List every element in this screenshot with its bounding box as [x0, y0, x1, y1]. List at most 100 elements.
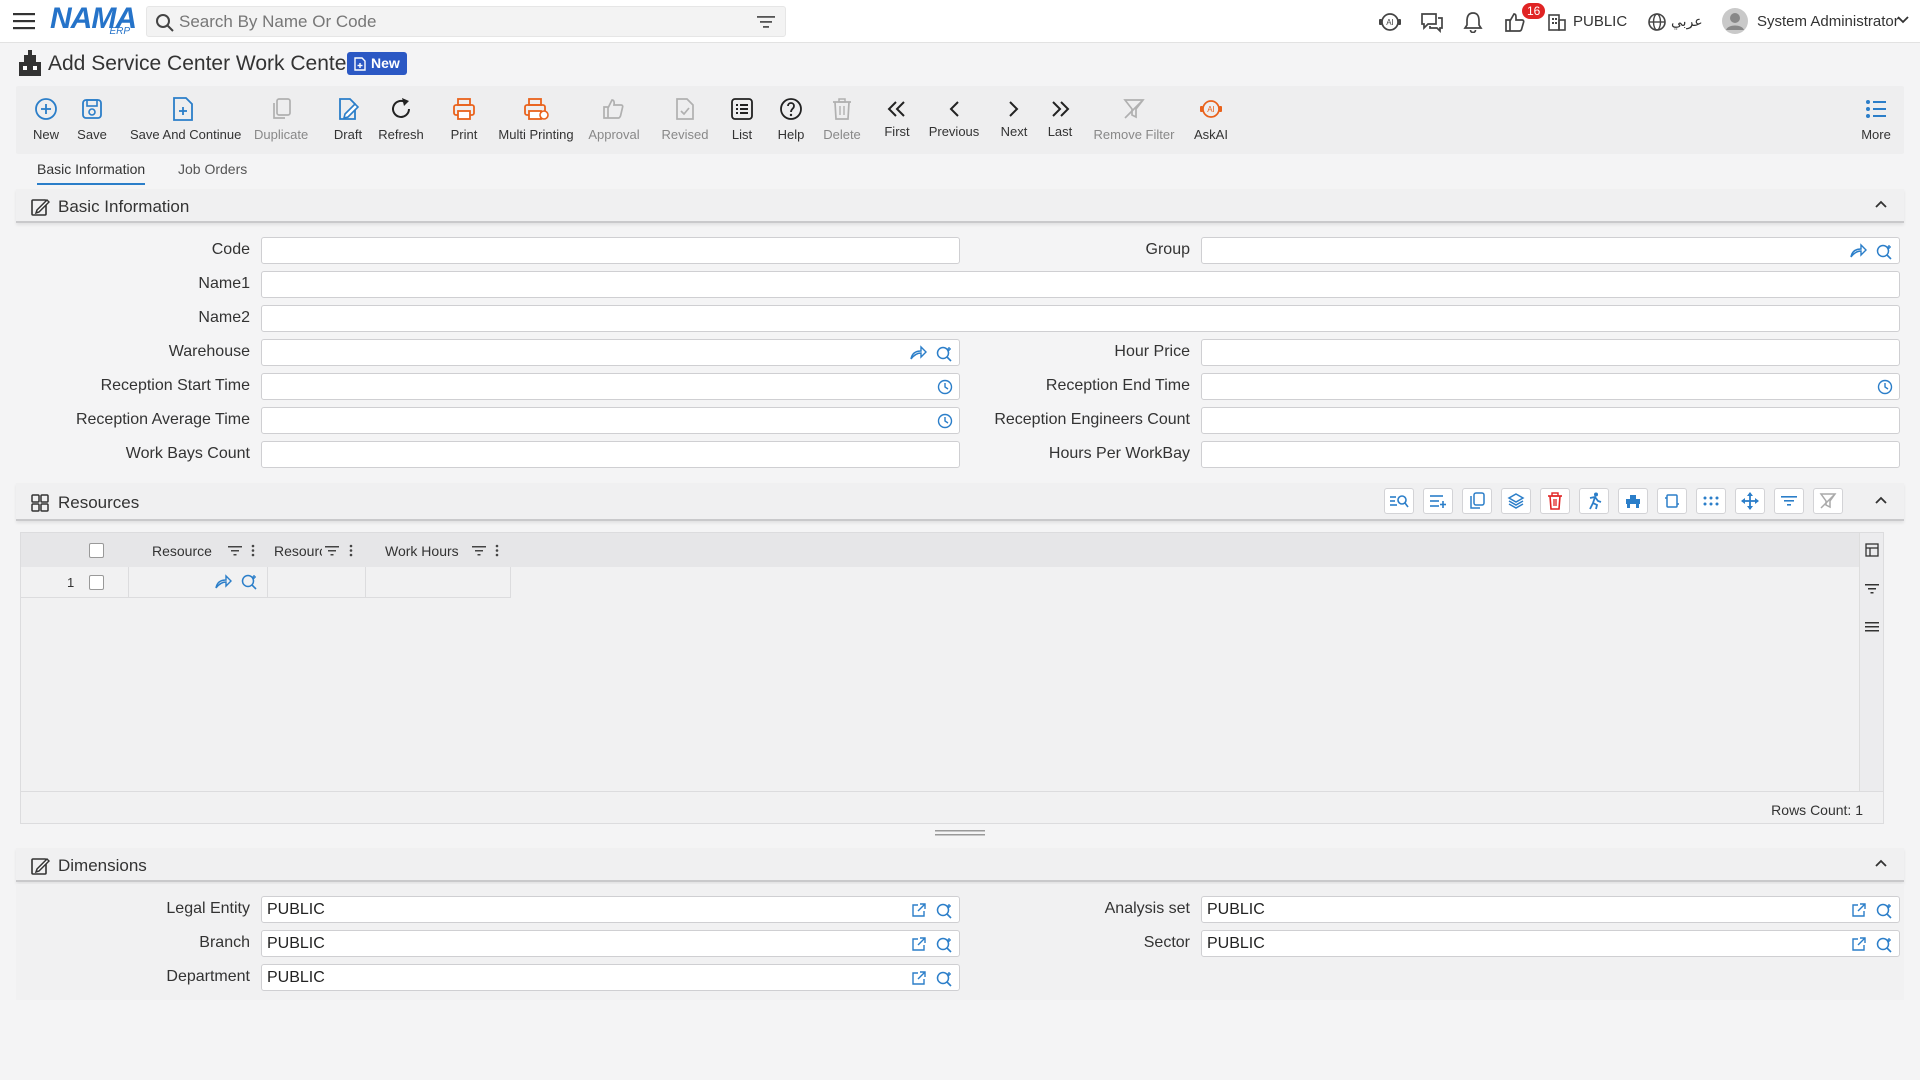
chevron-down-icon[interactable] — [1896, 15, 1910, 25]
global-search[interactable] — [146, 6, 786, 37]
search-input[interactable] — [179, 11, 739, 32]
analysis-set-field[interactable]: PUBLIC — [1201, 896, 1900, 923]
warehouse-field[interactable] — [261, 339, 960, 366]
branch-field[interactable]: PUBLIC — [261, 930, 960, 957]
tab-job-orders[interactable]: Job Orders — [178, 161, 247, 183]
reception-start-time-field[interactable] — [261, 373, 960, 400]
search-lookup-icon[interactable] — [1875, 936, 1893, 954]
fit-columns-icon[interactable] — [1657, 488, 1687, 514]
filter-rows-icon[interactable] — [1774, 488, 1804, 514]
column-header-work-hours[interactable]: Work Hours — [385, 543, 459, 559]
chevron-up-icon[interactable] — [1874, 495, 1888, 505]
clear-filter-icon[interactable] — [1813, 488, 1843, 514]
next-button[interactable]: Next — [997, 96, 1031, 150]
menu-lines-icon[interactable] — [1865, 621, 1879, 632]
external-link-icon[interactable] — [1851, 936, 1867, 952]
draft-button[interactable]: Draft — [327, 96, 369, 150]
copy-rows-icon[interactable] — [1462, 488, 1492, 514]
nama-logo[interactable]: NAMA ERP — [50, 4, 137, 38]
reception-end-time-field[interactable] — [1201, 373, 1900, 400]
clock-icon[interactable] — [937, 379, 953, 395]
more-button[interactable]: More — [1858, 96, 1894, 150]
search-rows-icon[interactable] — [1384, 488, 1414, 514]
ai-assistant-icon[interactable]: AI — [1378, 11, 1402, 33]
reception-average-time-field[interactable] — [261, 407, 960, 434]
open-link-icon[interactable] — [1849, 243, 1867, 259]
multi-printing-button[interactable]: Multi Printing — [494, 96, 578, 150]
new-button[interactable]: New — [26, 96, 66, 150]
table-columns-icon[interactable] — [1865, 543, 1879, 557]
select-all-checkbox[interactable] — [89, 543, 104, 558]
resources-header[interactable]: Resources — [16, 483, 1904, 521]
external-link-icon[interactable] — [911, 970, 927, 986]
open-link-icon[interactable] — [214, 574, 232, 590]
search-lookup-icon[interactable] — [1875, 902, 1893, 920]
delete-button[interactable]: Delete — [819, 96, 865, 150]
group-field[interactable] — [1201, 237, 1900, 264]
search-lookup-icon[interactable] — [1875, 243, 1893, 261]
user-avatar-icon[interactable] — [1722, 8, 1748, 34]
last-button[interactable]: Last — [1044, 96, 1076, 150]
external-link-icon[interactable] — [1851, 902, 1867, 918]
run-icon[interactable] — [1579, 488, 1609, 514]
search-lookup-icon[interactable] — [935, 970, 953, 988]
dots-grid-icon[interactable] — [1696, 488, 1726, 514]
list-button[interactable]: List — [726, 96, 758, 150]
clock-icon[interactable] — [937, 413, 953, 429]
chevron-up-icon[interactable] — [1874, 858, 1888, 868]
legal-entity-selector[interactable]: PUBLIC — [1573, 13, 1627, 30]
hour-price-field[interactable] — [1201, 339, 1900, 366]
code-field[interactable] — [261, 237, 960, 264]
name1-field[interactable] — [261, 271, 1900, 298]
chat-icon[interactable] — [1420, 11, 1444, 33]
print-button[interactable]: Print — [443, 96, 485, 150]
save-button[interactable]: Save — [72, 96, 112, 150]
legal-entity-field[interactable]: PUBLIC — [261, 896, 960, 923]
basic-information-header[interactable]: Basic Information — [16, 189, 1904, 223]
move-icon[interactable] — [1735, 488, 1765, 514]
search-lookup-icon[interactable] — [935, 345, 953, 363]
building-icon[interactable] — [1547, 12, 1567, 32]
bell-icon[interactable] — [1462, 11, 1484, 33]
reception-engineers-count-field[interactable] — [1201, 407, 1900, 434]
language-switch[interactable]: عربي — [1671, 13, 1703, 30]
search-lookup-icon[interactable] — [240, 573, 258, 591]
resize-handle-icon[interactable] — [935, 830, 985, 836]
column-menu-icon[interactable] — [349, 544, 353, 557]
hours-per-workbay-field[interactable] — [1201, 441, 1900, 468]
chevron-up-icon[interactable] — [1874, 199, 1888, 209]
askai-button[interactable]: AI AskAI — [1190, 96, 1232, 150]
department-field[interactable]: PUBLIC — [261, 964, 960, 991]
approval-button[interactable]: Approval — [587, 96, 641, 150]
globe-icon[interactable] — [1647, 12, 1667, 32]
row-checkbox[interactable] — [89, 575, 104, 590]
column-header-resource-2[interactable]: Resourc — [274, 543, 322, 559]
column-filter-icon[interactable] — [325, 545, 339, 556]
refresh-button[interactable]: Refresh — [376, 96, 426, 150]
external-link-icon[interactable] — [911, 902, 927, 918]
column-header-resource[interactable]: Resource — [152, 543, 212, 559]
column-filter-icon[interactable] — [472, 545, 486, 556]
duplicate-button[interactable]: Duplicate — [254, 96, 308, 150]
search-lookup-icon[interactable] — [935, 902, 953, 920]
external-link-icon[interactable] — [911, 936, 927, 952]
filter-icon[interactable] — [1865, 583, 1879, 594]
columns-stack-icon[interactable] — [1618, 488, 1648, 514]
layers-icon[interactable] — [1501, 488, 1531, 514]
remove-filter-button[interactable]: Remove Filter — [1092, 96, 1176, 150]
delete-rows-icon[interactable] — [1540, 488, 1570, 514]
add-rows-icon[interactable] — [1423, 488, 1453, 514]
tab-basic-information[interactable]: Basic Information — [37, 161, 146, 185]
filter-icon[interactable] — [757, 15, 775, 29]
user-name[interactable]: System Administrator — [1757, 13, 1899, 30]
name2-field[interactable] — [261, 305, 1900, 332]
open-link-icon[interactable] — [909, 345, 927, 361]
hamburger-menu-icon[interactable] — [13, 11, 35, 31]
column-filter-icon[interactable] — [228, 545, 242, 556]
work-bays-count-field[interactable] — [261, 441, 960, 468]
previous-button[interactable]: Previous — [926, 96, 982, 150]
sector-field[interactable]: PUBLIC — [1201, 930, 1900, 957]
save-and-continue-button[interactable]: Save And Continue — [130, 96, 241, 150]
search-lookup-icon[interactable] — [935, 936, 953, 954]
help-button[interactable]: Help — [773, 96, 809, 150]
